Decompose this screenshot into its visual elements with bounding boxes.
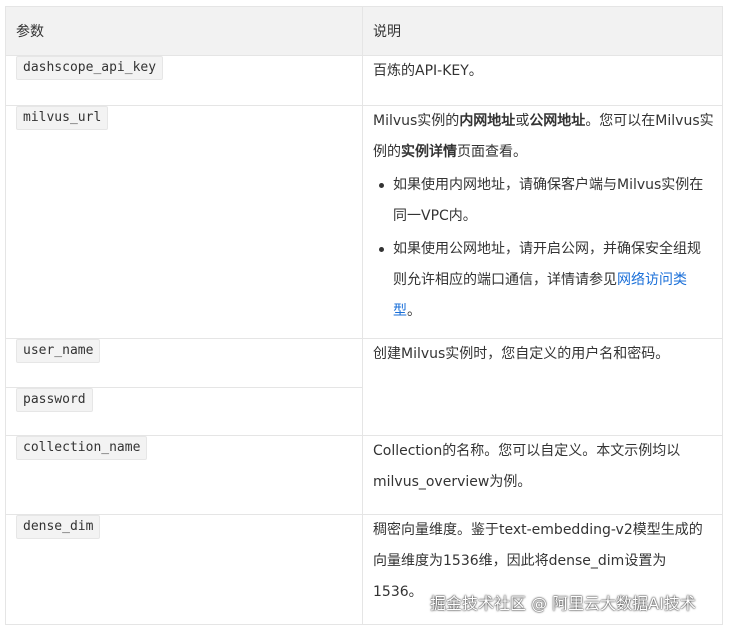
header-param: 参数 [5,6,363,56]
param-cell: user_name [5,338,363,388]
list-item: 如果使用公网地址，请开启公网，并确保安全组规则允许相应的端口通信，详情请参见网络… [379,234,714,327]
param-code: user_name [16,339,101,363]
table-row: collection_name Collection的名称。您可以自定义。本文示… [5,435,723,515]
bullet-end: 。 [407,303,421,319]
param-cell: dense_dim [5,514,363,625]
param-code: password [16,388,93,412]
table-header-row: 参数 说明 [5,6,723,56]
watermark: 掘金技术社区 @ 阿里云大数据AI技术 [430,594,696,613]
desc-cell: Collection的名称。您可以自定义。本文示例均以milvus_overvi… [362,435,723,515]
desc-cell: 创建Milvus实例时，您自定义的用户名和密码。 [362,338,723,436]
param-code: milvus_url [16,106,109,130]
param-cell: collection_name [5,435,363,515]
param-code: collection_name [16,436,148,460]
list-item: 如果使用内网地址，请确保客户端与Milvus实例在同一VPC内。 [379,170,714,232]
desc-text: Milvus实例的 [373,113,460,129]
bold-term: 内网地址 [459,113,516,129]
param-code: dense_dim [16,515,101,539]
param-cell: milvus_url [5,105,363,339]
table-row: user_name 创建Milvus实例时，您自定义的用户名和密码。 [5,338,723,436]
table-row: dashscope_api_key 百炼的API-KEY。 [5,55,723,106]
parameters-table: 参数 说明 dashscope_api_key 百炼的API-KEY。 milv… [5,6,723,625]
desc-text: 或 [515,113,530,129]
header-desc: 说明 [362,6,723,56]
desc-cell: 百炼的API-KEY。 [362,55,723,106]
desc-cell: Milvus实例的内网地址或公网地址。您可以在Milvus实例的实例详情页面查看… [362,105,723,339]
bullet-list: 如果使用内网地址，请确保客户端与Milvus实例在同一VPC内。 如果使用公网地… [373,170,714,327]
bold-term: 实例详情 [401,144,457,160]
table-row: milvus_url Milvus实例的内网地址或公网地址。您可以在Milvus… [5,105,723,339]
desc-text: 页面查看。 [457,144,527,160]
param-code: dashscope_api_key [16,56,164,80]
bold-term: 公网地址 [529,113,586,129]
param-cell: dashscope_api_key [5,55,363,106]
param-cell: password [5,387,363,436]
